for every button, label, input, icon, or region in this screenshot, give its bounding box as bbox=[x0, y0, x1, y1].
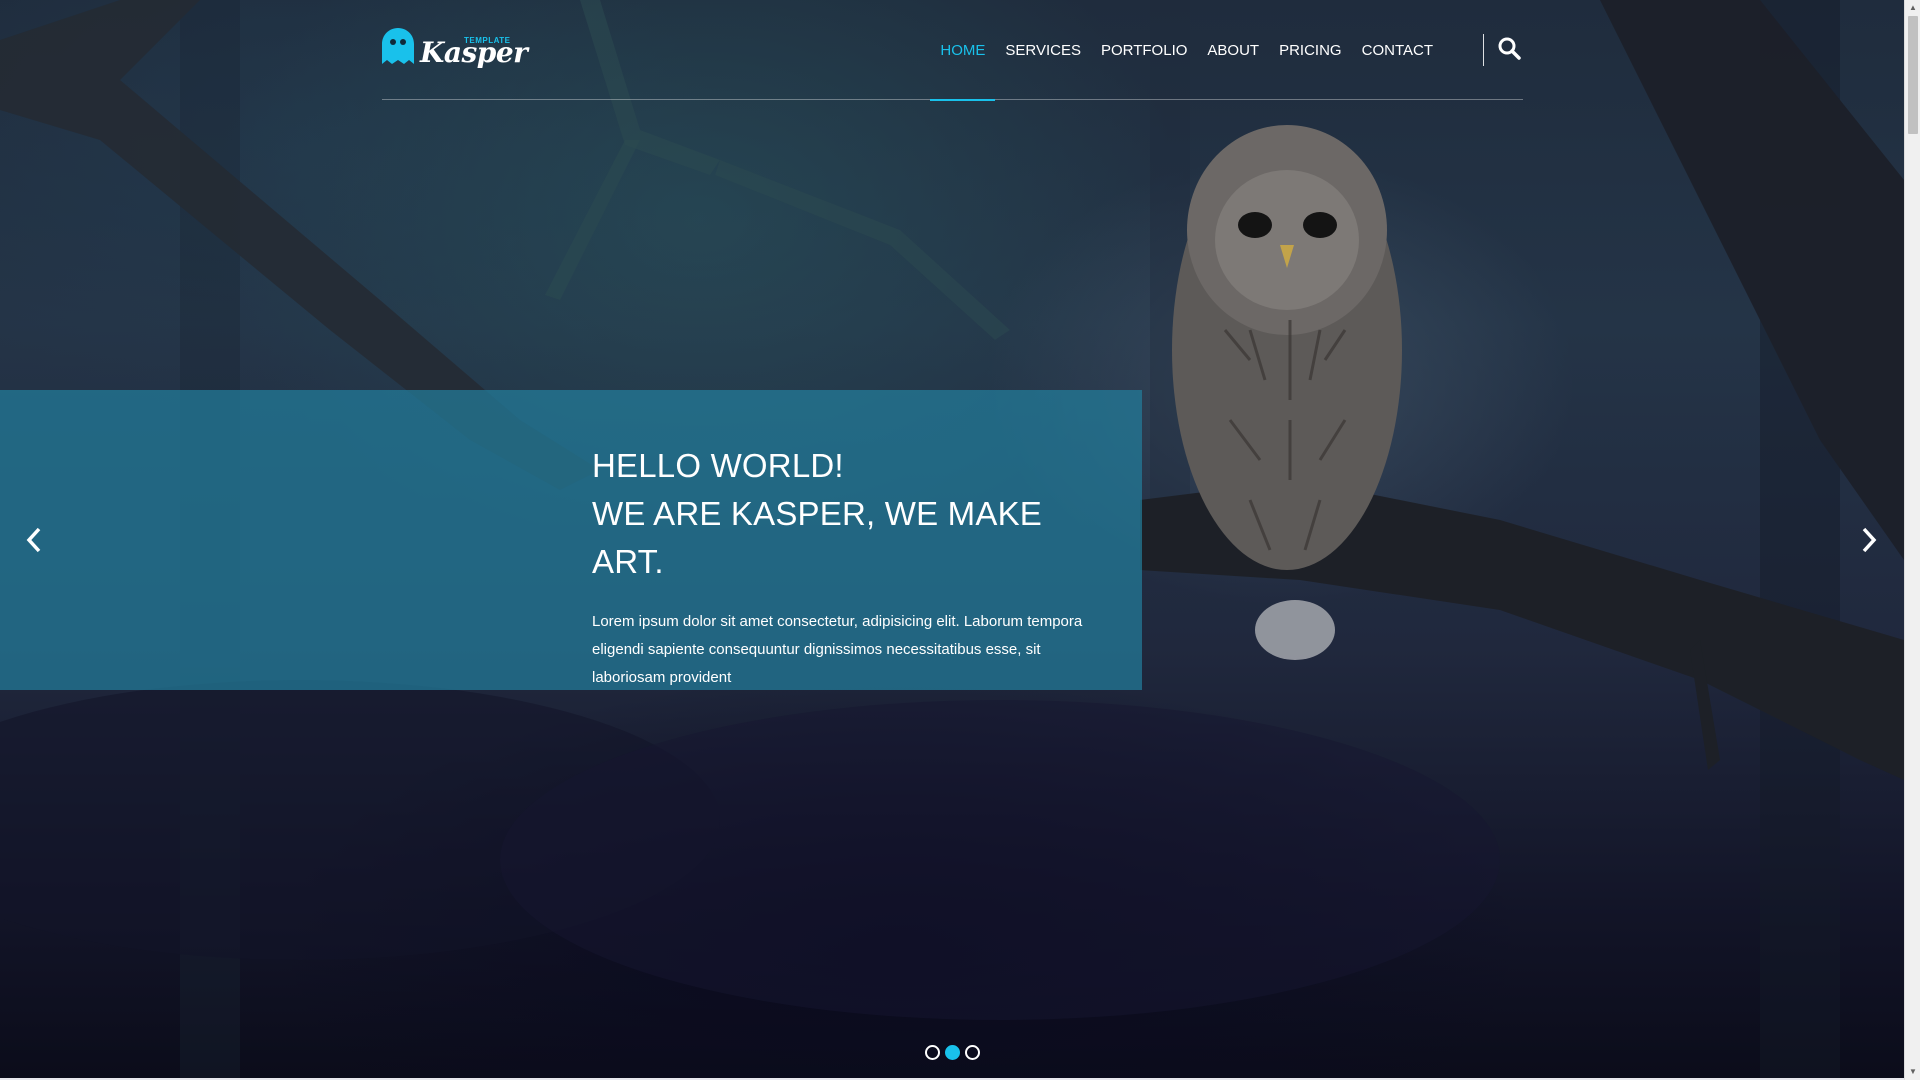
page-viewport: TEMPLATE Kasper HOME SERVICES PORTFOLIO … bbox=[0, 0, 1904, 1080]
chevron-left-icon bbox=[26, 527, 41, 553]
search-icon bbox=[1498, 37, 1521, 60]
hero-title-line-1: HELLO WORLD! bbox=[592, 447, 844, 484]
nav-item-about[interactable]: ABOUT bbox=[1197, 0, 1269, 100]
nav-item-pricing[interactable]: PRICING bbox=[1269, 0, 1352, 100]
scrollbar-thumb[interactable] bbox=[1908, 16, 1918, 134]
page-scrollbar[interactable]: ▲ ▼ bbox=[1904, 0, 1920, 1080]
slider-dot-3[interactable] bbox=[965, 1045, 980, 1060]
slider-next-button[interactable] bbox=[1857, 524, 1881, 556]
hero-caption-content: HELLO WORLD! WE ARE KASPER, WE MAKE ART.… bbox=[592, 442, 1112, 692]
nav-item-home[interactable]: HOME bbox=[930, 0, 996, 101]
nav-divider bbox=[1483, 34, 1484, 66]
site-header: TEMPLATE Kasper HOME SERVICES PORTFOLIO … bbox=[382, 0, 1523, 101]
slider-dot-1[interactable] bbox=[925, 1045, 940, 1060]
slider-prev-button[interactable] bbox=[22, 524, 46, 556]
search-button[interactable] bbox=[1497, 36, 1523, 62]
slider-dot-2[interactable] bbox=[945, 1045, 960, 1060]
ghost-icon bbox=[382, 28, 414, 64]
nav-item-portfolio[interactable]: PORTFOLIO bbox=[1091, 0, 1197, 100]
logo-wordmark: Kasper bbox=[420, 36, 528, 69]
chevron-right-icon bbox=[1862, 527, 1877, 553]
hero-title-line-2: WE ARE KASPER, WE MAKE ART. bbox=[592, 495, 1042, 580]
scroll-up-arrow-icon[interactable]: ▲ bbox=[1905, 0, 1920, 16]
brand-logo[interactable]: TEMPLATE Kasper bbox=[382, 26, 528, 72]
slider-indicators bbox=[925, 1045, 980, 1060]
hero-title: HELLO WORLD! WE ARE KASPER, WE MAKE ART. bbox=[592, 442, 1112, 586]
nav-item-services[interactable]: SERVICES bbox=[995, 0, 1091, 100]
scroll-down-arrow-icon[interactable]: ▼ bbox=[1905, 1064, 1920, 1080]
main-nav: HOME SERVICES PORTFOLIO ABOUT PRICING CO… bbox=[930, 0, 1443, 101]
hero-description: Lorem ipsum dolor sit amet consectetur, … bbox=[592, 613, 1083, 686]
nav-item-contact[interactable]: CONTACT bbox=[1352, 0, 1443, 100]
hero-caption-panel: HELLO WORLD! WE ARE KASPER, WE MAKE ART.… bbox=[0, 390, 1142, 690]
